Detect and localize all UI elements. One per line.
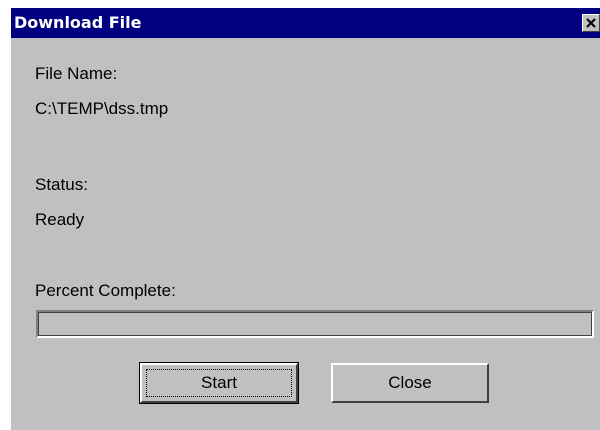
close-button[interactable]: Close [331, 363, 489, 403]
window-title: Download File [14, 13, 142, 32]
status-value: Ready [35, 210, 85, 229]
title-bar[interactable]: Download File [11, 8, 600, 38]
file-name-value: C:\TEMP\dss.tmp [35, 99, 169, 118]
download-file-dialog: Download File File Name: C:\TEMP\dss.tmp… [11, 8, 600, 430]
percent-complete-label: Percent Complete: [35, 281, 176, 300]
start-button[interactable]: Start [139, 362, 299, 404]
close-icon [586, 18, 596, 28]
close-button-label: Close [388, 373, 432, 392]
status-label: Status: [35, 175, 88, 194]
close-window-button[interactable] [582, 14, 600, 32]
focus-ring [146, 369, 292, 397]
progress-bar [36, 310, 594, 338]
file-name-label: File Name: [35, 64, 118, 83]
